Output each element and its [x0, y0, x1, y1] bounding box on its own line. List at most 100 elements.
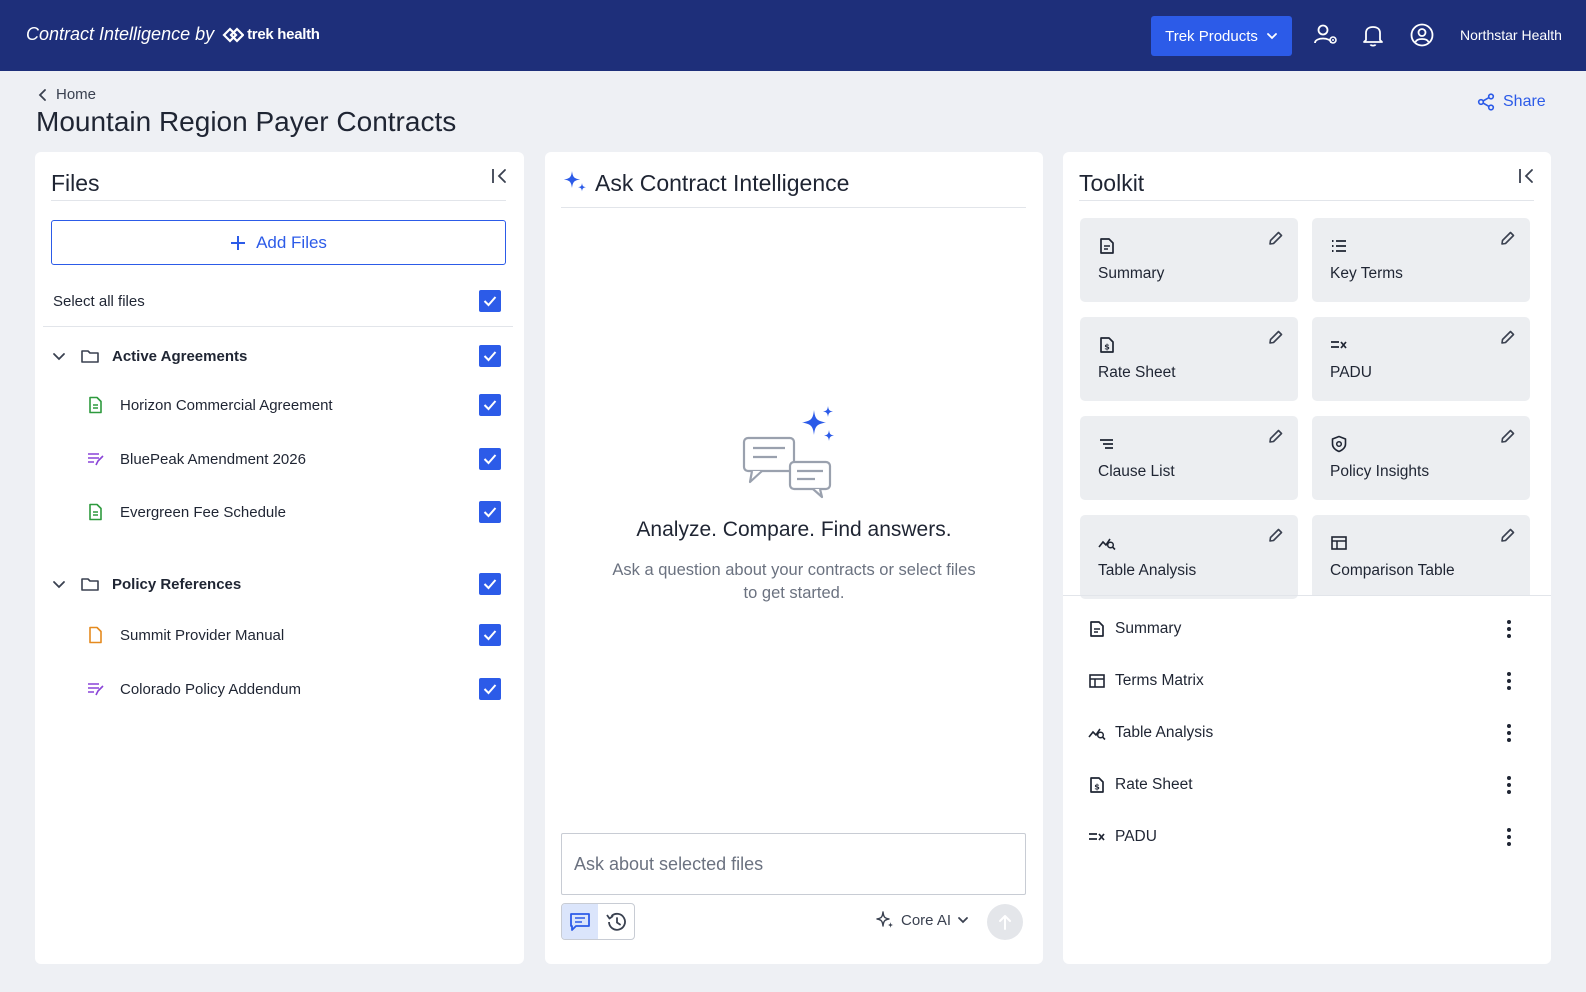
share-icon — [1477, 93, 1495, 111]
summary-doc-icon — [1088, 620, 1106, 638]
pencil-icon[interactable] — [1499, 527, 1516, 544]
folder-checkbox[interactable] — [479, 573, 501, 595]
chat-input-placeholder: Ask about selected files — [574, 853, 764, 874]
tool-tile-clause-list[interactable]: Clause List — [1080, 416, 1298, 500]
tool-tile-rate-sheet[interactable]: $ Rate Sheet — [1080, 317, 1298, 401]
file-checkbox[interactable] — [479, 394, 501, 416]
saved-item[interactable]: $ Rate Sheet — [1063, 765, 1551, 805]
tool-tile-comparison-table[interactable]: Comparison Table — [1312, 515, 1530, 595]
logo-word: trek health — [247, 26, 320, 43]
analysis-icon — [1088, 724, 1106, 742]
file-checkbox[interactable] — [479, 624, 501, 646]
model-selector[interactable]: Core AI — [875, 910, 969, 930]
account-circle-icon[interactable] — [1409, 22, 1435, 48]
saved-item[interactable]: Summary — [1063, 609, 1551, 649]
toolkit-panel: Toolkit Summary Key Terms $ Rate Sheet P… — [1063, 152, 1551, 964]
more-vertical-icon[interactable] — [1503, 617, 1515, 641]
edited-text-icon — [86, 680, 104, 698]
tool-tile-padu[interactable]: PADU — [1312, 317, 1530, 401]
share-button[interactable]: Share — [1477, 93, 1546, 111]
chevron-down-icon[interactable] — [51, 348, 67, 364]
document-icon — [86, 626, 104, 644]
tool-tile-label: Key Terms — [1330, 265, 1403, 282]
user-settings-icon[interactable] — [1313, 22, 1339, 48]
more-vertical-icon[interactable] — [1503, 669, 1515, 693]
pencil-icon[interactable] — [1267, 230, 1284, 247]
pencil-icon[interactable] — [1267, 329, 1284, 346]
send-button[interactable] — [987, 904, 1023, 940]
pencil-icon[interactable] — [1267, 527, 1284, 544]
breadcrumb[interactable]: Home — [38, 86, 96, 103]
chat-bubbles-illustration — [742, 406, 842, 501]
chevron-left-icon — [38, 88, 46, 101]
tool-tile-policy-insights[interactable]: Policy Insights — [1312, 416, 1530, 500]
document-icon — [86, 503, 104, 521]
file-row[interactable]: Evergreen Fee Schedule — [35, 492, 524, 532]
more-vertical-icon[interactable] — [1503, 773, 1515, 797]
add-files-button[interactable]: Add Files — [51, 220, 506, 265]
pencil-icon[interactable] — [1267, 428, 1284, 445]
tool-tile-label: PADU — [1330, 364, 1372, 381]
saved-item[interactable]: PADU — [1063, 817, 1551, 857]
file-row[interactable]: Colorado Policy Addendum — [35, 669, 524, 709]
tool-tile-table-analysis[interactable]: Table Analysis — [1080, 515, 1298, 599]
analysis-icon — [1098, 534, 1116, 552]
select-all-row: Select all files — [35, 281, 524, 321]
share-label: Share — [1503, 93, 1546, 110]
file-checkbox[interactable] — [479, 448, 501, 470]
file-row[interactable]: Horizon Commercial Agreement — [35, 385, 524, 425]
model-label: Core AI — [901, 911, 952, 929]
trek-health-logo: trek health — [222, 26, 320, 43]
file-name: Evergreen Fee Schedule — [120, 503, 286, 521]
document-icon — [86, 396, 104, 414]
history-mode-button[interactable] — [598, 904, 634, 939]
file-row[interactable]: BluePeak Amendment 2026 — [35, 439, 524, 479]
bell-icon[interactable] — [1360, 22, 1386, 48]
rate-sheet-icon: $ — [1098, 336, 1116, 354]
summary-doc-icon — [1098, 237, 1116, 255]
clause-list-icon — [1098, 435, 1116, 453]
folder-row[interactable]: Active Agreements — [35, 336, 524, 376]
collapse-left-icon[interactable] — [490, 166, 510, 186]
sparkle-icon — [876, 911, 894, 928]
folder-checkbox[interactable] — [479, 345, 501, 367]
history-icon — [606, 912, 626, 931]
more-vertical-icon[interactable] — [1503, 825, 1515, 849]
trek-products-button[interactable]: Trek Products — [1151, 16, 1292, 56]
rate-sheet-icon: $ — [1088, 776, 1106, 794]
file-name: Summit Provider Manual — [120, 626, 285, 644]
chat-mode-button[interactable] — [562, 904, 598, 939]
select-all-divider — [43, 326, 513, 327]
pencil-icon[interactable] — [1499, 329, 1516, 346]
folder-icon — [80, 346, 100, 366]
org-name[interactable]: Northstar Health — [1460, 27, 1562, 43]
table-icon — [1330, 534, 1348, 552]
chat-input[interactable]: Ask about selected files — [561, 833, 1026, 895]
chat-message-icon — [570, 912, 590, 931]
trek-logo-icon — [222, 26, 245, 43]
pencil-icon[interactable] — [1499, 230, 1516, 247]
more-vertical-icon[interactable] — [1503, 721, 1515, 745]
saved-item[interactable]: Table Analysis — [1063, 713, 1551, 753]
tool-tile-summary[interactable]: Summary — [1080, 218, 1298, 302]
saved-item[interactable]: Terms Matrix — [1063, 661, 1551, 701]
files-panel: Files Add Files Select all files Active … — [35, 152, 524, 964]
tool-tile-label: Comparison Table — [1330, 562, 1455, 579]
chevron-down-icon[interactable] — [51, 576, 67, 592]
select-all-checkbox[interactable] — [479, 290, 501, 312]
pencil-icon[interactable] — [1499, 428, 1516, 445]
select-all-label: Select all files — [53, 292, 145, 310]
chevron-down-icon — [1267, 33, 1277, 40]
padu-icon — [1088, 828, 1106, 846]
breadcrumb-home[interactable]: Home — [56, 86, 96, 103]
tool-tile-label: Rate Sheet — [1098, 364, 1176, 381]
file-checkbox[interactable] — [479, 678, 501, 700]
collapse-right-icon[interactable] — [1517, 166, 1537, 186]
file-checkbox[interactable] — [479, 501, 501, 523]
brand[interactable]: Contract Intelligence by trek health — [26, 24, 320, 45]
folder-row[interactable]: Policy References — [35, 564, 524, 604]
files-title: Files — [51, 170, 100, 196]
tool-tile-key-terms[interactable]: Key Terms — [1312, 218, 1530, 302]
padu-icon — [1330, 336, 1348, 354]
file-row[interactable]: Summit Provider Manual — [35, 615, 524, 655]
